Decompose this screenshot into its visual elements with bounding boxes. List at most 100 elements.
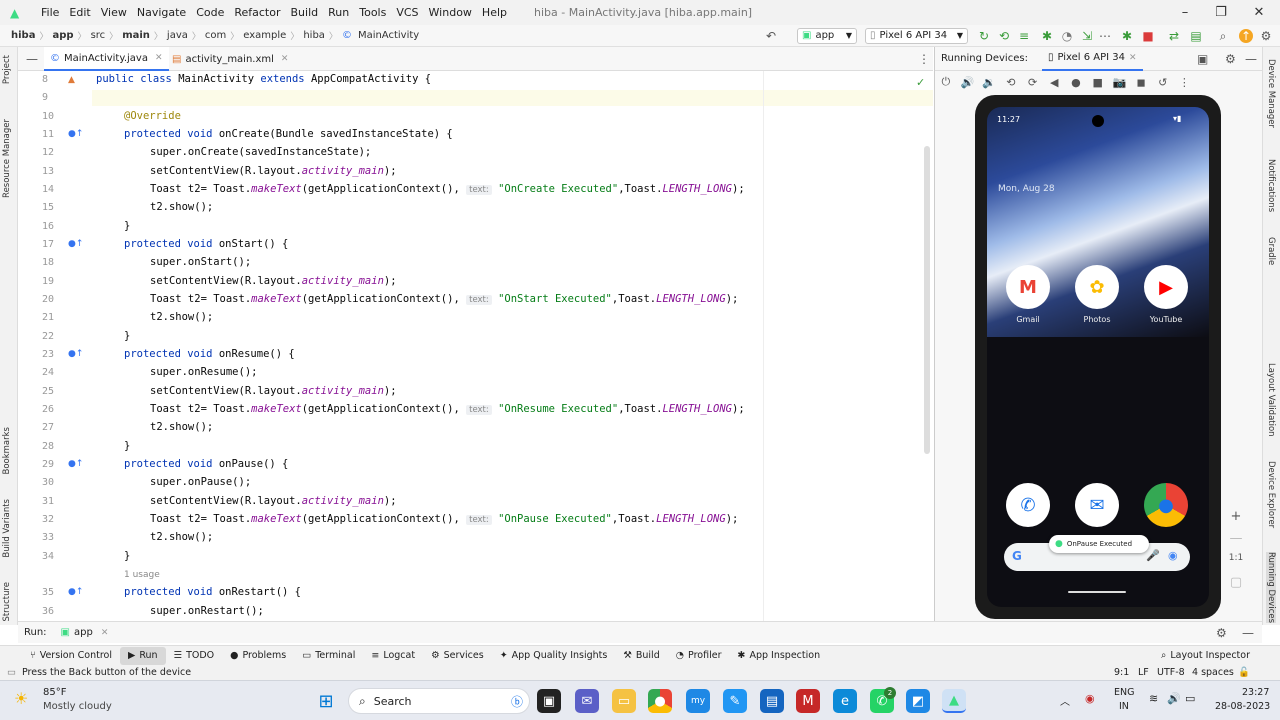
tray-chevron-icon[interactable]: ︿: [1060, 693, 1070, 708]
tab-mainactivity[interactable]: © MainActivity.java ✕: [44, 47, 169, 71]
tool-gradle[interactable]: Gradle: [1266, 237, 1276, 265]
app-youtube[interactable]: ▶ YouTube: [1144, 265, 1188, 324]
screen-record-icon[interactable]: ◼: [1130, 76, 1152, 89]
mcafee-tray-icon[interactable]: ◉: [1085, 692, 1095, 705]
close-tab-icon[interactable]: ✕: [281, 54, 289, 64]
back-icon[interactable]: ◀: [1043, 76, 1065, 89]
menu-window[interactable]: Window: [424, 6, 477, 19]
bug-icon[interactable]: ✱: [1120, 29, 1134, 43]
lens-icon[interactable]: ◉: [1168, 549, 1178, 562]
app-chrome[interactable]: ●: [1144, 483, 1188, 533]
close-tab-icon[interactable]: ✕: [155, 53, 163, 63]
window-layout-icon[interactable]: ▣: [1197, 52, 1208, 66]
volume-up-icon[interactable]: 🔊: [957, 76, 979, 89]
override-icon[interactable]: ●↑: [68, 349, 83, 359]
more-options-icon[interactable]: ⋮: [1174, 76, 1196, 89]
minimize-panel-icon[interactable]: —: [1245, 52, 1257, 66]
date-widget[interactable]: Mon, Aug 28: [998, 184, 1055, 194]
menu-edit[interactable]: Edit: [64, 6, 95, 19]
menu-vcs[interactable]: VCS: [391, 6, 423, 19]
rotate-right-icon[interactable]: ⟳: [1022, 76, 1044, 89]
status-toggle-icon[interactable]: ▭: [7, 667, 16, 678]
minimize-icon[interactable]: –: [1166, 0, 1204, 25]
gesture-nav-bar[interactable]: [1068, 591, 1126, 593]
lock-icon[interactable]: 🔓: [1238, 667, 1250, 678]
settings-gear-icon[interactable]: ⚙: [1259, 29, 1273, 43]
zoom-fit-icon[interactable]: ▢: [1225, 575, 1247, 597]
app-messages[interactable]: ✉: [1075, 483, 1119, 533]
search-icon[interactable]: ⌕: [1216, 29, 1230, 43]
vertical-scrollbar[interactable]: [924, 146, 930, 454]
chrome-icon[interactable]: ●: [648, 689, 672, 713]
app-phone[interactable]: ✆: [1006, 483, 1050, 533]
overview-icon[interactable]: ■: [1087, 76, 1109, 89]
debug-icon[interactable]: ✱: [1040, 29, 1054, 43]
tool-device-explorer[interactable]: Device Explorer: [1266, 461, 1276, 528]
device-manager-icon[interactable]: ▤: [1189, 29, 1203, 43]
caret-position[interactable]: 9:1: [1114, 667, 1129, 678]
crumb-mainactivity[interactable]: MainActivity: [355, 30, 422, 41]
rotate-left-icon[interactable]: ⟲: [1000, 76, 1022, 89]
zoom-actual-icon[interactable]: 1:1: [1225, 553, 1247, 575]
weather-icon[interactable]: ☀: [14, 689, 28, 708]
tw-todo[interactable]: ☰ TODO: [166, 647, 223, 665]
tw-app-quality-insights[interactable]: ✦ App Quality Insights: [492, 647, 616, 665]
tool-layout-validation[interactable]: Layout Validation: [1266, 363, 1276, 437]
mylio-icon[interactable]: my: [686, 689, 710, 713]
chat-icon[interactable]: ✉: [575, 689, 599, 713]
crumb-main[interactable]: main: [119, 30, 153, 41]
crumb-com[interactable]: com: [202, 30, 229, 41]
tool-structure[interactable]: Structure: [2, 582, 12, 622]
file-encoding[interactable]: UTF-8: [1157, 667, 1185, 678]
profile-icon[interactable]: ◔: [1060, 29, 1074, 43]
override-icon[interactable]: ●↑: [68, 129, 83, 139]
activity-layout-icon[interactable]: ▲: [68, 75, 75, 85]
tool-build-variants[interactable]: Build Variants: [2, 499, 12, 558]
apply-code-changes-icon[interactable]: ≡: [1017, 29, 1031, 43]
code-editor[interactable]: 8 9 10 11 12 13 14 15 16 17 18 19 20 21 …: [18, 71, 933, 621]
crumb-java[interactable]: java: [164, 30, 191, 41]
device-tab[interactable]: ▯ Pixel 6 API 34 ✕: [1041, 47, 1143, 71]
crumb-app[interactable]: app: [49, 30, 76, 41]
device-select[interactable]: ▯ Pixel 6 API 34 ▼: [865, 28, 968, 44]
sync-icon[interactable]: ⇄: [1167, 29, 1181, 43]
phone-screen[interactable]: 11:27 ▾▮ Mon, Aug 28 M Gmail ✿ Photos ▶ …: [987, 107, 1209, 607]
app-gmail[interactable]: M Gmail: [1006, 265, 1050, 324]
tw-logcat[interactable]: ≡ Logcat: [363, 647, 423, 665]
menu-navigate[interactable]: Navigate: [132, 6, 191, 19]
photos-app-icon[interactable]: ◩: [906, 689, 930, 713]
menu-code[interactable]: Code: [191, 6, 229, 19]
run-config-select[interactable]: ▣ app ▼: [797, 28, 857, 44]
mic-icon[interactable]: 🎤: [1146, 549, 1160, 562]
menu-view[interactable]: View: [96, 6, 132, 19]
crumb-hiba-pkg[interactable]: hiba: [300, 30, 328, 41]
stop-icon[interactable]: ■: [1141, 29, 1155, 43]
clock-time[interactable]: 23:27: [1242, 687, 1269, 698]
collapse-icon[interactable]: —: [26, 52, 38, 66]
zoom-out-icon[interactable]: —: [1225, 531, 1247, 553]
attach-debugger-icon[interactable]: ⇲: [1080, 29, 1094, 43]
app-photos[interactable]: ✿ Photos: [1075, 265, 1119, 324]
file-explorer-icon[interactable]: ▭: [612, 689, 636, 713]
apply-changes-icon[interactable]: ⟲: [997, 29, 1011, 43]
android-studio-taskbar-icon[interactable]: ▲: [942, 689, 966, 713]
tw-app-inspection[interactable]: ✱ App Inspection: [729, 647, 828, 665]
tw-layout-inspector[interactable]: ⌕ Layout Inspector: [1153, 647, 1258, 665]
close-tab-icon[interactable]: ✕: [101, 628, 109, 638]
volume-icon[interactable]: 🔊: [1167, 692, 1181, 705]
indent-setting[interactable]: 4 spaces: [1192, 667, 1234, 678]
crumb-example[interactable]: example: [240, 30, 289, 41]
task-view-icon[interactable]: ▣: [537, 689, 561, 713]
tw-profiler[interactable]: ◔ Profiler: [668, 647, 730, 665]
more-run-icon[interactable]: ⋯: [1098, 29, 1112, 43]
tw-run[interactable]: ▶ Run: [120, 646, 166, 665]
battery-icon[interactable]: ▭: [1185, 692, 1195, 705]
tw-build[interactable]: ⚒ Build: [615, 647, 667, 665]
tw-services[interactable]: ⚙ Services: [423, 647, 492, 665]
usage-hint[interactable]: 1 usage: [124, 570, 160, 580]
tool-notifications[interactable]: Notifications: [1266, 159, 1276, 212]
tool-resource-manager[interactable]: Resource Manager: [2, 119, 12, 198]
update-icon[interactable]: ↑: [1239, 29, 1253, 43]
tool-running-devices[interactable]: Running Devices: [1266, 552, 1276, 624]
override-icon[interactable]: ●↑: [68, 459, 83, 469]
